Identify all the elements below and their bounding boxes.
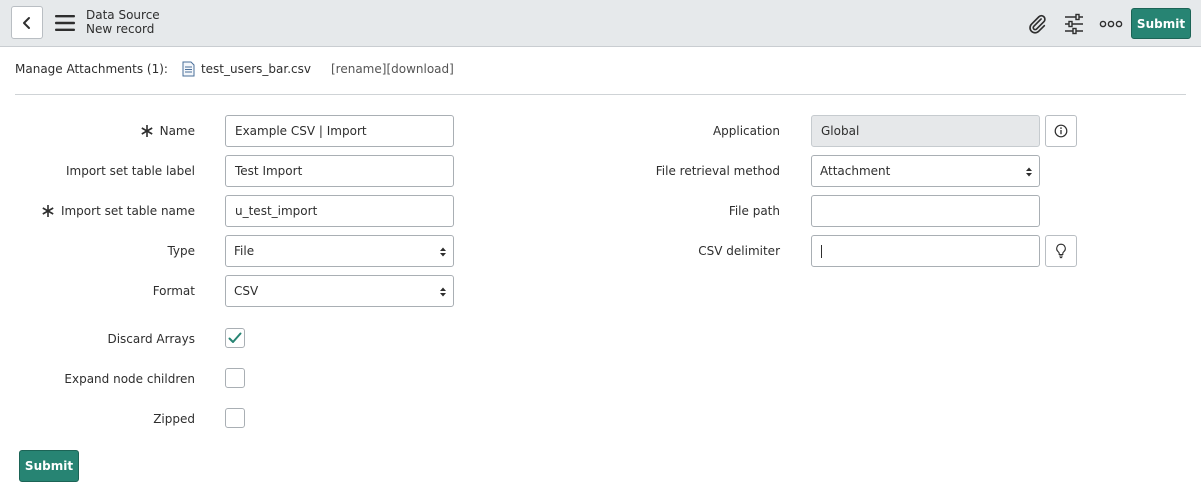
file-retrieval-method-label: File retrieval method bbox=[655, 164, 780, 178]
attachments-row: Manage Attachments (1): test_users_bar.c… bbox=[15, 61, 454, 77]
format-select[interactable]: CSV bbox=[225, 275, 454, 307]
attachment-button[interactable] bbox=[1024, 11, 1050, 37]
format-select-value: CSV bbox=[234, 284, 259, 298]
zipped-checkbox[interactable] bbox=[225, 408, 245, 428]
name-label: Name bbox=[15, 123, 195, 139]
file-retrieval-method-select[interactable]: Attachment bbox=[811, 155, 1040, 187]
back-button[interactable] bbox=[11, 6, 43, 39]
hamburger-icon[interactable] bbox=[54, 14, 76, 32]
csv-delimiter-input[interactable] bbox=[811, 235, 1040, 267]
chevron-left-icon bbox=[23, 16, 30, 29]
paperclip-icon bbox=[1029, 14, 1046, 34]
csv-delimiter-suggestion-button[interactable] bbox=[1045, 235, 1077, 267]
select-arrows-icon bbox=[440, 287, 446, 297]
required-icon bbox=[140, 124, 154, 138]
sliders-icon bbox=[1065, 13, 1083, 35]
type-select[interactable]: File bbox=[225, 235, 454, 267]
type-label: Type bbox=[167, 244, 195, 258]
discard-arrays-label: Discard Arrays bbox=[107, 332, 195, 346]
application-field: Global bbox=[811, 115, 1040, 147]
header-titles: Data Source New record bbox=[86, 8, 160, 36]
section-divider bbox=[15, 94, 1186, 95]
import-set-table-label-label: Import set table label bbox=[65, 164, 195, 178]
download-link[interactable]: [download] bbox=[386, 62, 453, 76]
checkmark-icon bbox=[228, 332, 242, 343]
form-submit-button[interactable]: Submit bbox=[19, 450, 79, 482]
select-arrows-icon bbox=[440, 247, 446, 257]
application-info-button[interactable] bbox=[1045, 115, 1077, 147]
more-icon bbox=[1099, 20, 1123, 28]
text-cursor bbox=[821, 244, 822, 258]
name-input[interactable]: Example CSV | Import bbox=[225, 115, 454, 147]
select-arrows-icon bbox=[1026, 167, 1032, 177]
attachment-actions: [rename][download] bbox=[331, 61, 454, 77]
expand-node-children-label: Expand node children bbox=[64, 372, 195, 386]
personalize-button[interactable] bbox=[1061, 11, 1087, 37]
attachments-label: Manage Attachments (1): bbox=[15, 62, 168, 76]
application-label: Application bbox=[712, 124, 780, 138]
form-title: Data Source bbox=[86, 8, 160, 22]
rename-link[interactable]: [rename] bbox=[331, 62, 386, 76]
type-select-value: File bbox=[234, 244, 255, 258]
info-icon bbox=[1054, 124, 1068, 138]
form-header: Data Source New record Submit bbox=[0, 0, 1201, 47]
import-set-table-name-label: Import set table name bbox=[15, 203, 195, 219]
form-subtitle: New record bbox=[86, 22, 155, 36]
format-label: Format bbox=[152, 284, 195, 298]
required-icon bbox=[41, 204, 55, 218]
file-retrieval-method-value: Attachment bbox=[820, 164, 891, 178]
expand-node-children-checkbox[interactable] bbox=[225, 368, 245, 388]
more-options-button[interactable] bbox=[1098, 11, 1124, 37]
attachment-file-link[interactable]: test_users_bar.csv bbox=[201, 61, 311, 77]
import-set-table-label-input[interactable]: Test Import bbox=[225, 155, 454, 187]
lightbulb-icon bbox=[1056, 243, 1066, 259]
discard-arrays-checkbox[interactable] bbox=[225, 328, 245, 348]
import-set-table-name-input[interactable]: u_test_import bbox=[225, 195, 454, 227]
header-submit-button[interactable]: Submit bbox=[1131, 8, 1191, 39]
file-path-input[interactable] bbox=[811, 195, 1040, 227]
csv-delimiter-label: CSV delimiter bbox=[698, 244, 780, 258]
zipped-label: Zipped bbox=[153, 412, 195, 426]
document-icon bbox=[182, 61, 195, 77]
file-path-label: File path bbox=[728, 204, 780, 218]
